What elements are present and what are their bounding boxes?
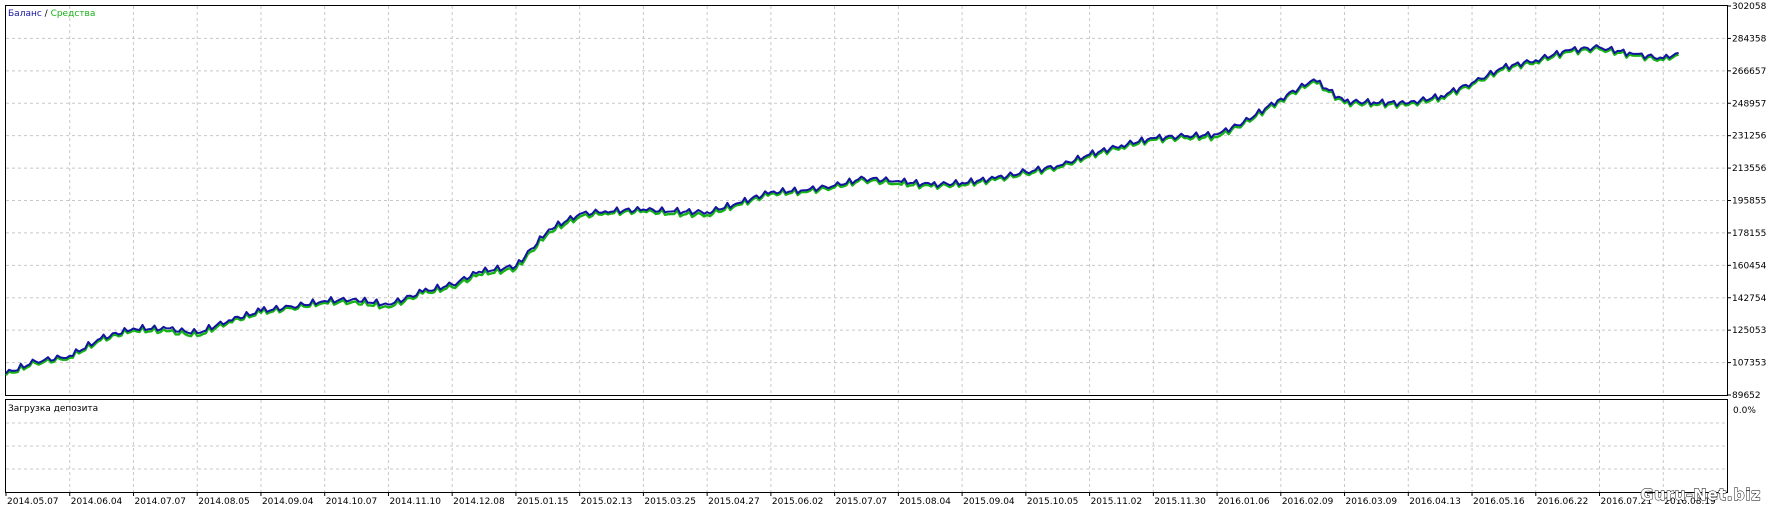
x-tick-label: 2015.02.13 [581,497,633,507]
x-axis: 2014.05.07 2014.06.04 2014.07.07 2014.08.05… [5,492,1716,507]
deposit-load-tick: 0.0% [1733,406,1756,416]
x-tick-label: 2015.11.02 [1091,497,1143,507]
x-tick-label: 2014.07.07 [134,497,186,507]
x-tick-label: 2015.01.15 [517,497,569,507]
y-tick-label: 125053 [1732,326,1766,336]
tester-chart: 302058 284358 266657 248957 231256 213556 1958… [0,0,1768,511]
watermark-logo: Guru-Net.biz [1640,485,1761,504]
legend-equity: Средства [51,9,96,19]
x-tick-label: 2014.12.08 [453,497,505,507]
y-tick-label: 195855 [1732,197,1766,207]
x-tick-label: 2016.05.16 [1473,497,1525,507]
x-tick-label: 2014.06.04 [71,497,123,507]
x-tick-label: 2015.10.05 [1027,497,1079,507]
y-tick-label: 213556 [1732,164,1767,174]
legend-separator: / [42,9,51,19]
y-tick-label: 248957 [1732,99,1766,109]
deposit-load-label: Загрузка депозита [8,404,98,414]
x-tick-label: 2015.11.30 [1154,497,1206,507]
x-tick-label: 2016.06.22 [1537,497,1589,507]
x-tick-label: 2016.01.06 [1218,497,1270,507]
y-tick-label: 231256 [1732,132,1767,142]
x-tick-label: 2014.09.04 [262,497,314,507]
y-tick-label: 107353 [1732,359,1766,369]
x-tick-label: 2015.08.04 [899,497,951,507]
x-tick-label: 2014.08.05 [198,497,250,507]
x-tick-label: 2014.05.07 [7,497,59,507]
y-tick-label: 266657 [1732,67,1766,77]
x-tick-label: 2015.03.25 [644,497,696,507]
y-tick-label: 284358 [1732,34,1767,44]
y-tick-label: 178155 [1732,229,1766,239]
equity-balance-chart: 302058 284358 266657 248957 231256 213556 1958… [5,2,1767,507]
y-tick-label: 302058 [1732,2,1767,12]
x-tick-label: 2015.09.04 [963,497,1015,507]
y-tick-label: 142754 [1732,294,1767,304]
x-tick-label: 2016.02.09 [1282,497,1334,507]
x-tick-label: 2014.10.07 [326,497,378,507]
y-tick-label: 89652 [1732,391,1761,401]
chart-legend: Баланс / Средства [8,9,95,19]
x-tick-label: 2015.04.27 [708,497,760,507]
y-axis: 302058 284358 266657 248957 231256 213556 1958… [1727,2,1767,401]
legend-balance: Баланс [8,9,42,19]
y-tick-label: 160454 [1732,261,1767,271]
x-tick-label: 2014.11.10 [389,497,441,507]
x-tick-label: 2015.07.07 [836,497,888,507]
x-tick-label: 2015.06.02 [772,497,824,507]
x-tick-label: 2016.04.13 [1409,497,1461,507]
x-tick-label: 2016.03.09 [1346,497,1398,507]
